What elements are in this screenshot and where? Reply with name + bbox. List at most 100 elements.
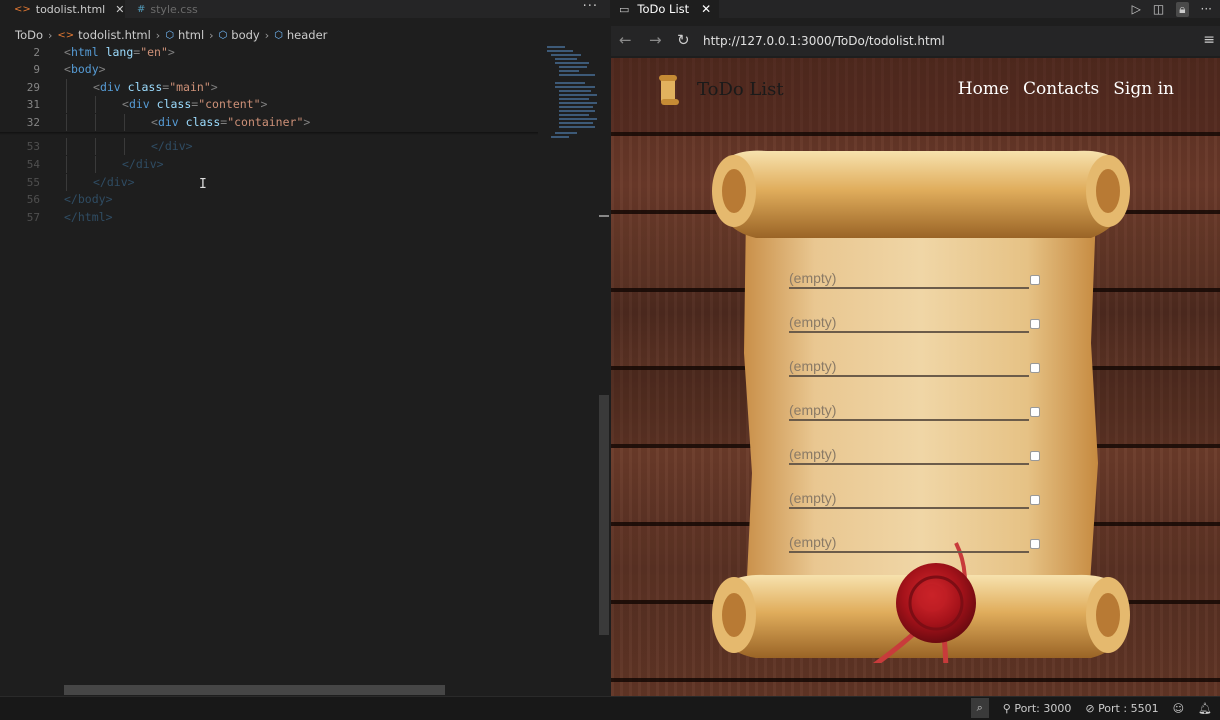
todo-checkbox[interactable] [1030, 275, 1040, 285]
todo-text[interactable]: (empty) [789, 490, 836, 506]
zoom-icon[interactable]: ⌕ [970, 698, 989, 718]
code-token: class [178, 115, 221, 129]
more-actions-icon[interactable]: ··· [583, 0, 598, 18]
port-status[interactable]: ⚲ Port: 3000 [1003, 702, 1072, 715]
todo-checkbox[interactable] [1030, 319, 1040, 329]
tab-label: todolist.html [35, 2, 106, 16]
close-icon[interactable]: ✕ [701, 2, 711, 16]
code-line[interactable]: 32 <div class="container"> [0, 114, 540, 131]
code-token: > [105, 192, 113, 206]
code-line[interactable]: 54 </div> [0, 156, 540, 173]
indent-guide [95, 96, 96, 113]
code-line[interactable]: 57 </html> [0, 209, 540, 226]
code-line[interactable]: 31 <div class="content"> [0, 96, 540, 113]
code-text: </body> [64, 191, 113, 208]
code-editor: <> todolist.html ✕ # style.css ··· ToDo … [0, 0, 610, 696]
code-line[interactable]: 56 </body> [0, 191, 540, 208]
live-server-status[interactable]: ⊘ Port : 5501 [1085, 702, 1158, 715]
code-token: > [105, 210, 113, 224]
more-actions-icon[interactable]: ··· [1201, 2, 1212, 16]
todo-checkbox[interactable] [1030, 363, 1040, 373]
run-icon[interactable]: ▷ [1132, 2, 1141, 16]
address-bar[interactable]: http://127.0.0.1:3000/ToDo/todolist.html [703, 30, 1193, 52]
site-header: ToDo List Home Contacts Sign in [611, 58, 1220, 114]
tab-todo-list[interactable]: ▭ ToDo List ✕ [611, 0, 720, 18]
breadcrumb-file[interactable]: todolist.html [78, 28, 151, 42]
breadcrumb-folder[interactable]: ToDo [15, 28, 43, 42]
horizontal-scrollbar[interactable] [64, 685, 445, 695]
code-text: <div class="main"> [93, 79, 218, 96]
todo-text[interactable]: (empty) [789, 402, 836, 418]
code-token: > [185, 139, 193, 153]
code-token: < [122, 97, 129, 111]
split-editor-icon[interactable]: ◫ [1153, 2, 1164, 16]
todo-underline [789, 419, 1029, 421]
todo-text[interactable]: (empty) [789, 534, 836, 550]
line-number: 56 [26, 193, 40, 206]
browser-tab-label: ToDo List [637, 2, 690, 16]
code-line[interactable]: 9 <body> [0, 61, 540, 78]
code-line[interactable]: 53 </div> [0, 138, 540, 155]
chevron-right-icon: › [155, 28, 161, 42]
todo-underline [789, 331, 1029, 333]
menu-icon[interactable]: ≡ [1203, 32, 1215, 48]
tab-style-css[interactable]: # style.css [125, 0, 215, 18]
line-number: 55 [26, 176, 40, 189]
todo-text[interactable]: (empty) [789, 314, 836, 330]
notifications-icon[interactable]: 🔔︎ [1198, 702, 1212, 715]
code-token: </ [122, 157, 136, 171]
breadcrumb-html[interactable]: html [178, 28, 204, 42]
indent-guide [66, 156, 67, 173]
code-text: <body> [64, 61, 106, 78]
browser-tab-bar: ▭ ToDo List ✕ ▷ ◫ 🔒︎ ··· [611, 0, 1220, 18]
browser-toolbar: ▷ ◫ 🔒︎ ··· [1132, 0, 1212, 18]
code-token: < [64, 45, 71, 59]
line-number: 54 [26, 158, 40, 171]
close-icon[interactable]: ✕ [115, 3, 124, 16]
code-token: > [156, 157, 164, 171]
todo-item: (empty) [789, 356, 1051, 380]
code-token: < [64, 62, 71, 76]
vertical-scrollbar[interactable] [599, 395, 609, 635]
todo-checkbox[interactable] [1030, 451, 1040, 461]
element-icon: ⬡ [274, 29, 283, 41]
code-token: "main" [169, 80, 211, 94]
todo-checkbox[interactable] [1030, 539, 1040, 549]
site-nav: Home Contacts Sign in [958, 79, 1174, 99]
todo-item: (empty) [789, 312, 1051, 336]
chevron-right-icon: › [264, 28, 270, 42]
element-icon: ⬡ [165, 29, 174, 41]
code-token: div [164, 139, 186, 153]
indent-guide [66, 96, 67, 113]
forward-arrow-icon[interactable]: → [649, 31, 662, 49]
todo-text[interactable]: (empty) [789, 358, 836, 374]
todo-text[interactable]: (empty) [789, 446, 836, 462]
todo-checkbox[interactable] [1030, 495, 1040, 505]
breadcrumb-body[interactable]: body [231, 28, 259, 42]
copilot-icon[interactable]: ☺ [1173, 702, 1184, 715]
nav-signin-link[interactable]: Sign in [1113, 79, 1174, 99]
line-number: 2 [33, 46, 40, 59]
tab-todolist-html[interactable]: <> todolist.html ✕ [0, 0, 125, 18]
tab-label: style.css [150, 2, 198, 16]
element-icon: ⬡ [218, 29, 228, 41]
breadcrumb-header[interactable]: header [287, 28, 328, 42]
nav-home-link[interactable]: Home [958, 79, 1009, 99]
indent-guide [66, 138, 67, 155]
todo-checkbox[interactable] [1030, 407, 1040, 417]
code-token: </ [64, 210, 78, 224]
minimap[interactable] [545, 44, 600, 144]
code-line[interactable]: 2 <html lang="en"> [0, 44, 540, 61]
nav-contacts-link[interactable]: Contacts [1023, 79, 1099, 99]
lock-icon[interactable]: 🔒︎ [1176, 1, 1189, 17]
site-logo-text[interactable]: ToDo List [697, 79, 784, 100]
reload-icon[interactable]: ↻ [677, 31, 690, 49]
todo-underline [789, 375, 1029, 377]
browser-nav-bar: ← → ↻ http://127.0.0.1:3000/ToDo/todolis… [611, 26, 1220, 56]
todo-text[interactable]: (empty) [789, 270, 836, 286]
code-line[interactable]: 55 </div> [0, 174, 540, 191]
code-line[interactable]: 29 <div class="main"> [0, 79, 540, 96]
todo-item: (empty) [789, 532, 1051, 556]
code-token: "container" [227, 115, 304, 129]
back-arrow-icon[interactable]: ← [619, 31, 632, 49]
